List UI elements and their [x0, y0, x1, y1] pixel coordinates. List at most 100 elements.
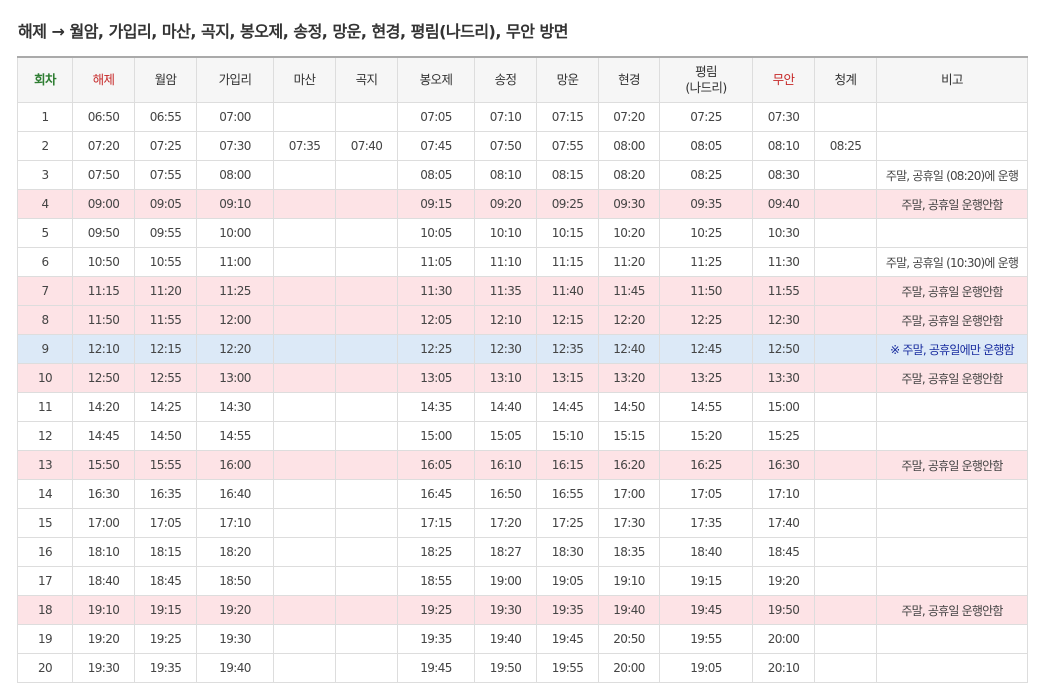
- cell-muan: 07:30: [752, 102, 815, 132]
- cell-gokji: 07:40: [335, 131, 398, 161]
- cell-no: 17: [17, 566, 73, 596]
- table-row: 18 19:10 19:15 19:20 19:25 19:30 19:35 19:40 19:…: [17, 595, 1028, 625]
- cell-no: 9: [17, 334, 73, 364]
- cell-pyeongrim: 13:25: [659, 363, 753, 393]
- cell-haeje: 12:10: [72, 334, 135, 364]
- bus-timetable: 회차 해제 월암 가입리 마산 곡지 봉오제 송정 망운 현경 평림 (나드리)…: [17, 56, 1028, 683]
- cell-hyeongyeong: 12:40: [598, 334, 660, 364]
- cell-haeje: 12:50: [72, 363, 135, 393]
- cell-muan: 13:30: [752, 363, 815, 393]
- cell-no: 14: [17, 479, 73, 509]
- header-pyeongrim-line1: 평림: [695, 64, 717, 79]
- cell-masan: [273, 218, 336, 248]
- cell-no: 6: [17, 247, 73, 277]
- cell-muan: 17:40: [752, 508, 815, 538]
- cell-cheonggye: [814, 595, 877, 625]
- cell-cheonggye: [814, 218, 877, 248]
- cell-note: [876, 421, 1028, 451]
- cell-pyeongrim: 15:20: [659, 421, 753, 451]
- cell-muan: 19:20: [752, 566, 815, 596]
- cell-masan: [273, 508, 336, 538]
- cell-bongoje: 07:45: [397, 131, 475, 161]
- cell-gokji: [335, 102, 398, 132]
- cell-wolam: 15:55: [134, 450, 197, 480]
- cell-gaipri: 11:25: [196, 276, 274, 306]
- cell-gokji: [335, 450, 398, 480]
- cell-gokji: [335, 653, 398, 683]
- cell-hyeongyeong: 07:20: [598, 102, 660, 132]
- cell-cheonggye: [814, 508, 877, 538]
- header-muan: 무안: [752, 56, 815, 103]
- cell-no: 13: [17, 450, 73, 480]
- cell-wolam: 09:55: [134, 218, 197, 248]
- cell-cheonggye: [814, 537, 877, 567]
- cell-wolam: 19:25: [134, 624, 197, 654]
- cell-hyeongyeong: 15:15: [598, 421, 660, 451]
- cell-mangun: 16:15: [536, 450, 599, 480]
- cell-gaipri: 19:20: [196, 595, 274, 625]
- cell-muan: 15:00: [752, 392, 815, 422]
- cell-muan: 20:00: [752, 624, 815, 654]
- cell-pyeongrim: 07:25: [659, 102, 753, 132]
- cell-muan: 08:10: [752, 131, 815, 161]
- cell-gaipri: 13:00: [196, 363, 274, 393]
- header-bongoje: 봉오제: [397, 56, 475, 103]
- cell-bongoje: 19:45: [397, 653, 475, 683]
- cell-hyeongyeong: 08:20: [598, 160, 660, 190]
- cell-bongoje: 11:30: [397, 276, 475, 306]
- cell-hyeongyeong: 11:20: [598, 247, 660, 277]
- cell-pyeongrim: 09:35: [659, 189, 753, 219]
- cell-masan: [273, 653, 336, 683]
- cell-cheonggye: [814, 624, 877, 654]
- cell-masan: [273, 392, 336, 422]
- cell-pyeongrim: 19:05: [659, 653, 753, 683]
- table-row: 2 07:20 07:25 07:30 07:35 07:40 07:45 07:50 07:5…: [17, 131, 1028, 161]
- cell-wolam: 18:45: [134, 566, 197, 596]
- cell-no: 4: [17, 189, 73, 219]
- cell-gokji: [335, 160, 398, 190]
- table-row: 6 10:50 10:55 11:00 11:05 11:10 11:15 11:20 11:2…: [17, 247, 1028, 277]
- cell-haeje: 11:50: [72, 305, 135, 335]
- cell-bongoje: 16:45: [397, 479, 475, 509]
- cell-songjeong: 19:00: [474, 566, 537, 596]
- table-row: 12 14:45 14:50 14:55 15:00 15:05 15:10 15:15 15:…: [17, 421, 1028, 451]
- cell-haeje: 06:50: [72, 102, 135, 132]
- cell-bongoje: 11:05: [397, 247, 475, 277]
- cell-gokji: [335, 479, 398, 509]
- cell-gaipri: 16:40: [196, 479, 274, 509]
- cell-note: 주말, 공휴일 운행안함: [876, 276, 1028, 306]
- cell-masan: [273, 305, 336, 335]
- cell-bongoje: 12:05: [397, 305, 475, 335]
- cell-gokji: [335, 276, 398, 306]
- table-body: 1 06:50 06:55 07:00 07:05 07:10 07:15 07:20 07:2…: [17, 102, 1028, 683]
- cell-muan: 18:45: [752, 537, 815, 567]
- cell-songjeong: 12:30: [474, 334, 537, 364]
- cell-wolam: 09:05: [134, 189, 197, 219]
- cell-muan: 17:10: [752, 479, 815, 509]
- cell-cheonggye: [814, 363, 877, 393]
- cell-wolam: 07:25: [134, 131, 197, 161]
- table-row: 13 15:50 15:55 16:00 16:05 16:10 16:15 16:20 16:…: [17, 450, 1028, 480]
- cell-haeje: 07:20: [72, 131, 135, 161]
- table-row: 7 11:15 11:20 11:25 11:30 11:35 11:40 11:45 11:5…: [17, 276, 1028, 306]
- cell-masan: [273, 450, 336, 480]
- cell-mangun: 19:45: [536, 624, 599, 654]
- cell-no: 7: [17, 276, 73, 306]
- cell-muan: 12:50: [752, 334, 815, 364]
- cell-songjeong: 11:35: [474, 276, 537, 306]
- cell-pyeongrim: 18:40: [659, 537, 753, 567]
- cell-mangun: 13:15: [536, 363, 599, 393]
- cell-haeje: 07:50: [72, 160, 135, 190]
- cell-note: 주말, 공휴일 (08:20)에 운행: [876, 160, 1028, 190]
- cell-masan: [273, 189, 336, 219]
- table-row: 4 09:00 09:05 09:10 09:15 09:20 09:25 09:30 09:3…: [17, 189, 1028, 219]
- cell-masan: [273, 624, 336, 654]
- cell-pyeongrim: 08:05: [659, 131, 753, 161]
- cell-note: ※ 주말, 공휴일에만 운행함: [876, 334, 1028, 364]
- cell-haeje: 14:20: [72, 392, 135, 422]
- cell-mangun: 16:55: [536, 479, 599, 509]
- cell-gokji: [335, 595, 398, 625]
- cell-haeje: 18:10: [72, 537, 135, 567]
- cell-pyeongrim: 11:50: [659, 276, 753, 306]
- cell-no: 20: [17, 653, 73, 683]
